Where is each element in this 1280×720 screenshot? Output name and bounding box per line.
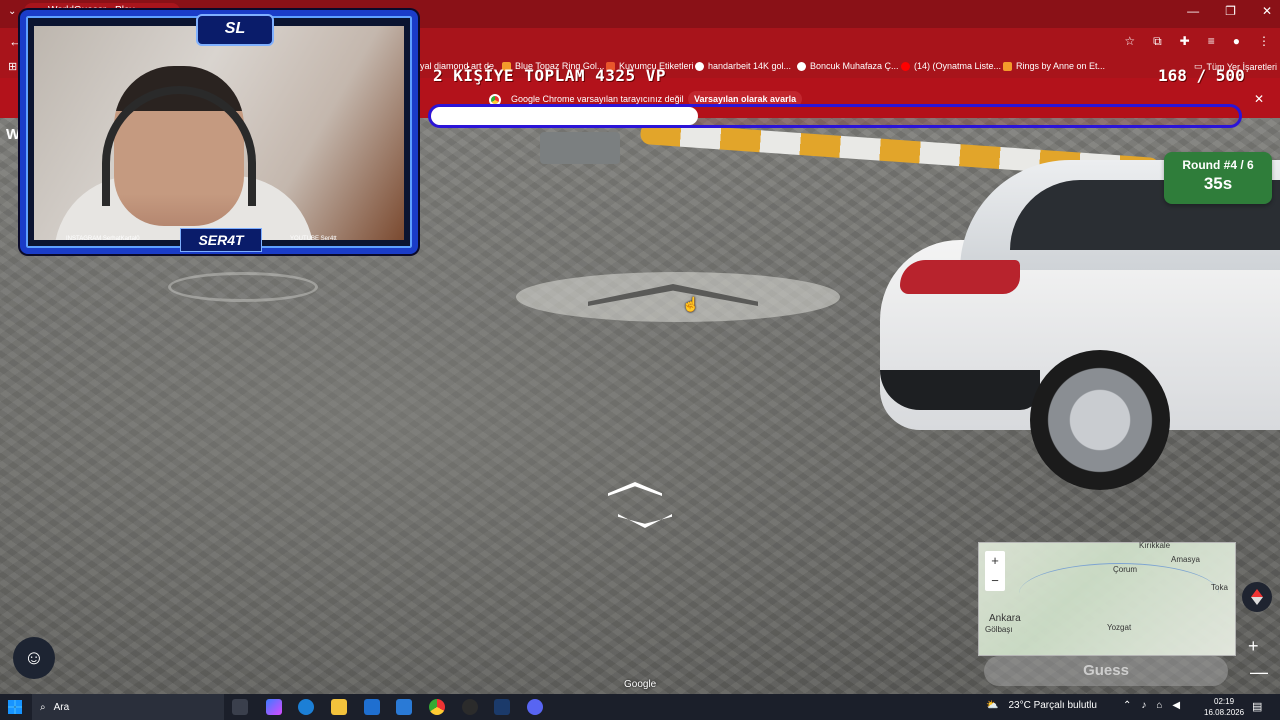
media-icon[interactable]: ≡ [1208,34,1215,49]
extension-icon[interactable]: ⧉ [1153,34,1162,49]
star-icon[interactable]: ☆ [1124,34,1135,49]
zoom-out-icon[interactable]: — [1250,662,1268,683]
emoji-reaction-button[interactable]: ☺ [13,637,55,679]
bookmark-item[interactable]: handarbeit 14K gol... [695,61,791,71]
map-city: Amasya [1171,555,1200,564]
minimize-icon[interactable]: — [1187,4,1199,18]
bookmark-item[interactable]: (14) (Oynatma Liste... [901,61,1001,71]
network-icon[interactable]: ⌂ [1156,700,1162,711]
toolbar-icons: ☆ ⧉ ✚ ≡ ● ⋮ [1124,34,1270,49]
webcam-video [34,26,404,240]
menu-icon[interactable]: ⋮ [1258,34,1270,49]
overlay-goal-title: 2 KİŞİYE TOPLAM 4325 VP [433,66,667,85]
instagram-handle: INSTAGRAM SerhatKartal0 [66,236,140,242]
window-close-icon[interactable]: ✕ [1262,4,1272,18]
streamer-brand: SER4T [180,228,262,252]
chrome-taskbar-icon[interactable] [429,699,445,715]
weather-icon: ⛅ [986,700,999,711]
map-city: Gölbaşı [985,625,1013,634]
tray-overflow-icon[interactable]: ⌃ [1123,700,1131,711]
apps-grid-icon[interactable]: ⊞ [8,60,17,73]
map-city: Yozgat [1107,623,1132,632]
compass-icon[interactable] [1242,582,1272,612]
windows-start-icon[interactable] [8,700,22,714]
map-zoom-control: + − [985,551,1005,591]
clock-date: 16.08.2026 [1204,708,1245,717]
bookmark-item[interactable]: Boncuk Muhafaza Ç... [797,61,899,71]
map-zoom-out-button[interactable]: − [985,571,1005,591]
webcam-overlay: SL INSTAGRAM SerhatKartal0 SER4T YOUTUBE… [20,10,418,254]
zoom-in-icon[interactable]: + [1248,636,1259,657]
steam-icon[interactable] [494,699,510,715]
street-object [540,132,620,164]
page-logo-letter: W [6,126,21,143]
puzzle-icon[interactable]: ✚ [1180,34,1190,49]
copilot-icon[interactable] [266,699,282,715]
discord-icon[interactable] [527,699,543,715]
infobar-close-icon[interactable]: ✕ [1254,92,1264,106]
store-icon[interactable] [396,699,412,715]
guess-minimap[interactable]: Kırıkkale Amasya Çorum Toka Ankara Gölba… [978,541,1236,656]
manhole [168,272,318,302]
bookmark-item[interactable]: Rings by Anne on Et... [1003,61,1105,71]
round-timer: 35s [1203,174,1233,193]
volume-icon[interactable]: ◀ [1172,700,1180,711]
mic-icon[interactable]: ♪ [1141,700,1146,711]
round-badge: Round #4 / 6 35s [1164,152,1272,204]
outlook-icon[interactable] [364,699,380,715]
map-city: Ankara [989,613,1021,624]
goal-progress-fill [431,107,698,125]
window-controls: — ❐ ✕ [1187,4,1272,18]
weather-text[interactable]: 23°C Parçalı bulutlu [1008,700,1097,711]
move-target-ring[interactable] [516,272,840,322]
system-tray: ⛅ 23°C Parçalı bulutlu ⌃ ♪ ⌂ ◀ [986,700,1180,711]
notification-icon[interactable]: ▤ [1252,700,1262,713]
round-label: Round #4 / 6 [1182,158,1254,172]
nav-forward-arrow-icon[interactable] [608,482,662,496]
guess-button[interactable]: Guess [984,656,1228,686]
obs-icon[interactable] [462,699,478,715]
nav-back-arrow-icon[interactable] [618,514,672,528]
search-placeholder: Ara [53,701,70,713]
goal-progress-bar [428,104,1242,128]
youtube-handle: YOUTUBE Ser4tt [290,236,337,242]
infobar-message: Google Chrome varsayılan tarayıcınız değ… [511,94,684,104]
restore-icon[interactable]: ❐ [1225,4,1236,18]
tab-list-icon[interactable]: ⌄ [8,6,16,17]
file-explorer-icon[interactable] [331,699,347,715]
map-city: Toka [1211,583,1228,592]
overlay-goal-count: 168 / 500 [1158,66,1245,85]
taskbar-clock[interactable]: 02:19 16.08.2026 [1204,696,1244,718]
streamer-logo: SL [196,14,274,46]
map-city: Çorum [1113,565,1138,574]
clock-time: 02:19 [1214,697,1235,706]
task-view-icon[interactable] [232,699,248,715]
google-watermark: Google [624,679,657,690]
windows-taskbar: ⌕ Ara ⛅ 23°C Parçalı bulutlu ⌃ ♪ ⌂ ◀ 02:… [0,694,1280,720]
map-city: Kırıkkale [1139,541,1171,550]
taskbar-search[interactable]: ⌕ Ara [32,694,224,720]
map-zoom-in-button[interactable]: + [985,551,1005,571]
hand-cursor-icon: ☝ [682,296,700,312]
search-icon: ⌕ [40,701,46,713]
profile-icon[interactable]: ● [1233,34,1240,49]
edge-icon[interactable] [298,699,314,715]
